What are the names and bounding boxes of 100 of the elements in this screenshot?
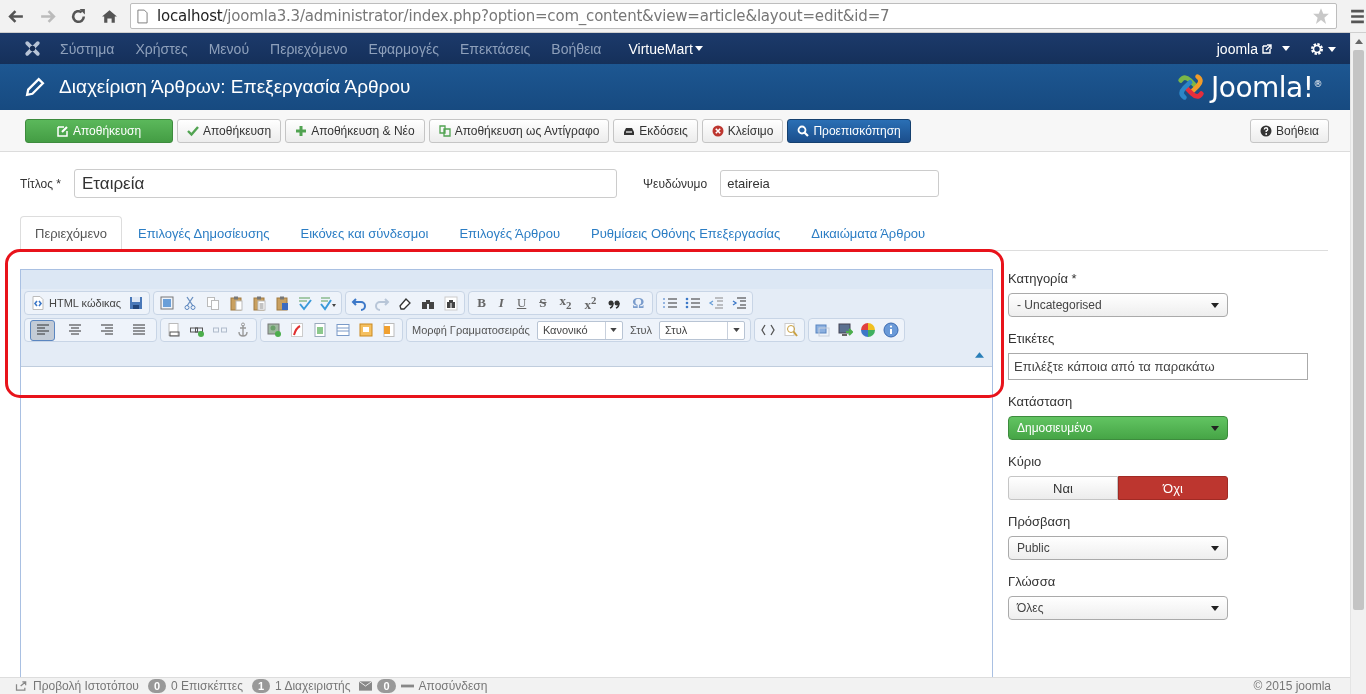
field-label: Πρόσβαση	[1008, 514, 1072, 529]
toolbar-button[interactable]: Αποθήκευση	[177, 118, 282, 143]
tab[interactable]: Περιεχόμενο	[20, 216, 122, 251]
font-format-select[interactable]: Κανονικό	[536, 320, 623, 340]
toggle-option[interactable]: Ναι	[1008, 476, 1118, 500]
format-button[interactable]: S	[536, 295, 550, 311]
copy-icon[interactable]	[205, 295, 222, 311]
source-button[interactable]: HTML κώδικας	[30, 295, 122, 311]
user-menu[interactable]: joomla	[1216, 40, 1290, 57]
format-button[interactable]: I	[495, 295, 507, 311]
toolbar-button[interactable]: Εκδόσεις	[613, 118, 698, 143]
scroll-up-arrow-icon[interactable]	[1354, 39, 1363, 44]
collapse-triangle-icon[interactable]	[975, 351, 984, 358]
tags-field[interactable]: Επιλέξτε κάποια από τα παρακάτω	[1008, 353, 1308, 380]
scrollbar[interactable]	[1350, 33, 1366, 694]
tab[interactable]: Ρυθμίσεις Οθόνης Επεξεργασίας	[576, 216, 796, 251]
menu-item[interactable]: Χρήστες	[135, 40, 188, 57]
toolbar-button[interactable]: Προεπισκόπηση	[787, 118, 911, 143]
alias-label: Ψευδώνυμο	[643, 176, 708, 191]
toggle-option[interactable]: Όχι	[1118, 476, 1228, 500]
settings-icon[interactable]	[1310, 40, 1338, 57]
flash-icon[interactable]	[289, 322, 305, 338]
color-wheel-icon[interactable]	[860, 322, 877, 338]
admins-text: 1 Διαχειριστής	[275, 679, 351, 693]
menu-item[interactable]: Σύστημα	[60, 40, 115, 57]
align-left-button[interactable]	[30, 319, 55, 341]
star-icon[interactable]	[1312, 7, 1330, 25]
logout-link[interactable]: Αποσύνδεση	[418, 679, 488, 693]
format-button[interactable]: x$_{2}$	[556, 293, 575, 313]
plus-icon	[295, 124, 308, 137]
toolbar-button[interactable]: Αποθήκευση & Νέο	[285, 118, 425, 143]
help-button[interactable]: Βοήθεια	[1250, 118, 1329, 143]
dropdown[interactable]: Όλες	[1008, 596, 1228, 620]
dropdown[interactable]: - Uncategorised	[1008, 293, 1228, 317]
edit-icon	[56, 124, 69, 137]
spellcheck-icon[interactable]	[297, 295, 314, 311]
frame-icon[interactable]	[358, 322, 374, 338]
address-bar[interactable]: localhost/joomla3.3/administrator/index.php?option=com_content&view=article&layout=edit&id=7	[129, 3, 1337, 29]
blocks-icon[interactable]	[814, 322, 831, 338]
document-icon[interactable]	[381, 322, 397, 338]
align-right-icon	[98, 322, 115, 338]
binoculars-page-icon[interactable]	[443, 295, 460, 311]
style-select[interactable]: Στυλ	[659, 320, 746, 340]
back-arrow-icon[interactable]	[8, 7, 25, 25]
envelope-icon	[359, 681, 373, 691]
view-site-link[interactable]: Προβολή Ιστοτόπου	[33, 679, 139, 693]
clipboard-icon[interactable]	[228, 295, 245, 311]
menu-item[interactable]: Μενού	[208, 40, 250, 57]
numbered-list-icon[interactable]	[662, 295, 679, 311]
code-document-icon	[30, 295, 46, 311]
magnifier-page-icon[interactable]	[783, 322, 800, 338]
menu-item[interactable]: Βοήθεια	[551, 40, 602, 57]
spellcheck-menu-icon[interactable]	[320, 295, 337, 311]
anchor-icon[interactable]	[235, 322, 251, 338]
tab[interactable]: Δικαιώματα Άρθρου	[796, 216, 941, 251]
count-badge: 0	[377, 679, 396, 693]
table-icon[interactable]	[335, 322, 351, 338]
toolbar-button[interactable]: Αποθήκευση	[25, 118, 173, 143]
menu-item[interactable]: Εφαρμογές	[368, 40, 439, 57]
external-link-icon	[1262, 43, 1272, 54]
toolbar-button[interactable]: Κλείσιμο	[701, 118, 784, 143]
tab[interactable]: Εικόνες και σύνδεσμοι	[285, 216, 444, 251]
format-button[interactable]: x$^{2}$	[581, 292, 600, 314]
info-icon[interactable]	[883, 322, 900, 338]
menu-item[interactable]: Περιεχόμενο	[270, 40, 348, 57]
page-icon	[136, 8, 148, 24]
indent-icon[interactable]	[731, 295, 748, 311]
caret-icon	[732, 328, 740, 332]
code-brackets-icon[interactable]	[760, 322, 777, 338]
title-field[interactable]: Εταιρεία	[74, 169, 617, 198]
document-link-icon[interactable]	[166, 322, 182, 338]
visitors-text: 0 Επισκέπτες	[171, 679, 243, 693]
tab[interactable]: Επιλογές Άρθρου	[444, 216, 575, 251]
check-icon	[187, 124, 199, 137]
monitor-icon[interactable]	[837, 322, 854, 338]
format-button[interactable]: U	[513, 295, 530, 311]
caret-icon	[610, 328, 618, 332]
home-icon[interactable]	[100, 7, 118, 25]
count-badge: 0	[147, 679, 167, 693]
template-icon[interactable]	[312, 322, 328, 338]
alias-field[interactable]: etaireia	[720, 170, 940, 197]
bullet-list-icon[interactable]	[685, 295, 702, 311]
align-center-icon	[66, 322, 83, 338]
dropdown[interactable]: Public	[1008, 536, 1228, 560]
scissors-icon[interactable]	[182, 295, 199, 311]
reload-icon[interactable]	[69, 7, 87, 25]
extension-menu[interactable]: VirtueMart	[628, 40, 703, 57]
menu-icon[interactable]	[1349, 7, 1366, 25]
undo-icon[interactable]	[351, 295, 368, 311]
outdent-icon[interactable]	[708, 295, 725, 311]
format-button[interactable]: B	[474, 295, 489, 311]
clipboard-text-icon[interactable]	[251, 295, 268, 311]
joomla-logo-icon[interactable]	[24, 40, 41, 57]
menu-item[interactable]: Επεκτάσεις	[459, 40, 531, 57]
toolbar-button[interactable]: Αποθήκευση ως Αντίγραφο	[428, 118, 610, 143]
font-format-label: Μορφή Γραμματοσειράς	[412, 324, 530, 336]
tab[interactable]: Επιλογές Δημοσίευσης	[123, 216, 285, 251]
select-all-icon[interactable]	[159, 295, 176, 311]
clipboard-document-icon[interactable]	[274, 295, 291, 311]
image-icon[interactable]	[266, 322, 282, 338]
